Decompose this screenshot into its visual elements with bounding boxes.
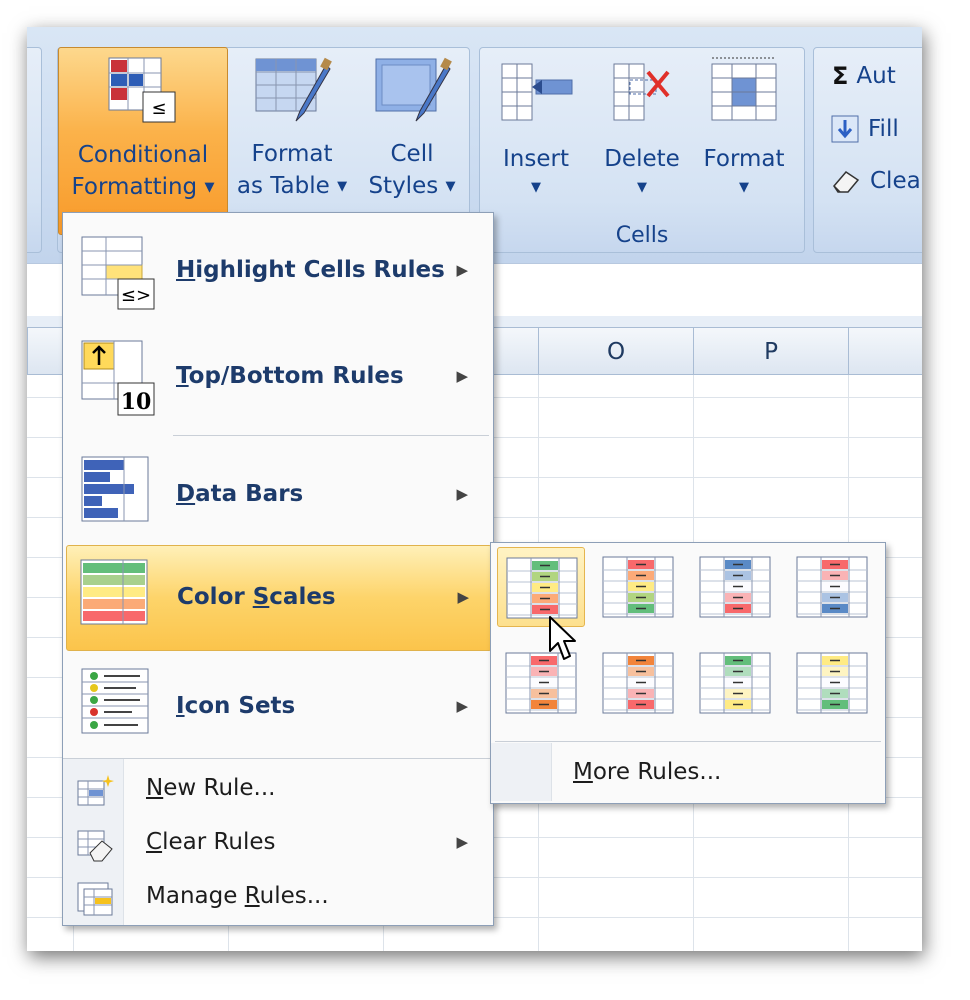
format-cells-button[interactable]: Format ▼ (694, 52, 794, 202)
excel-window: ≤ Conditional Formatting ▼ Format as Tab… (27, 27, 922, 951)
clear-label: Clea (870, 168, 921, 194)
menu-item-new-rule[interactable]: New Rule... (66, 765, 490, 815)
menu-item-color-scales[interactable]: Color Scales ▶ (66, 545, 492, 651)
color-scales-icon (80, 559, 148, 625)
submenu-arrow-icon: ▶ (456, 833, 468, 851)
color-scale-icon (506, 557, 578, 619)
eraser-icon (833, 171, 860, 193)
submenu-arrow-icon: ▶ (456, 367, 468, 385)
ribbon-group-cells: Insert ▼ Delete ▼ Format ▼ Cells (479, 47, 805, 253)
svg-text:≤>: ≤> (121, 285, 151, 306)
fill-label: Fill (868, 116, 899, 142)
color-scale-option[interactable] (691, 643, 777, 721)
color-scale-icon (796, 652, 868, 714)
column-header-next[interactable] (848, 327, 922, 375)
color-scale-icon (699, 652, 771, 714)
top-bottom-rules-label: Top/Bottom Rules (176, 363, 404, 389)
more-rules-button[interactable]: More Rules... (491, 743, 883, 801)
delete-label: Delete (604, 146, 680, 172)
menu-item-clear-rules[interactable]: Clear Rules ▶ (66, 819, 490, 869)
sigma-icon: Σ (832, 62, 849, 90)
delete-cells-button[interactable]: Delete ▼ (592, 52, 692, 202)
cell-styles-line1: Cell (390, 141, 434, 167)
cell-styles-line2: Styles (368, 173, 439, 199)
insert-cells-icon (501, 63, 573, 121)
mouse-cursor-icon (549, 616, 576, 660)
color-scales-label: Color Scales (177, 584, 336, 610)
new-rule-icon (77, 775, 114, 806)
menu-item-data-bars[interactable]: Data Bars ▶ (66, 441, 490, 545)
dropdown-arrow-icon: ▼ (337, 179, 348, 194)
insert-cells-button[interactable]: Insert ▼ (486, 52, 586, 202)
menu-item-manage-rules[interactable]: Manage Rules... (66, 873, 490, 923)
color-scale-option[interactable] (594, 643, 680, 721)
submenu-separator (495, 741, 881, 742)
submenu-arrow-icon: ▶ (456, 485, 468, 503)
format-as-table-line1: Format (251, 141, 333, 167)
color-scale-icon (796, 556, 868, 618)
conditional-formatting-icon: ≤ (108, 57, 176, 123)
conditional-formatting-line1: Conditional (77, 142, 209, 168)
submenu-gutter (491, 743, 552, 801)
autosum-button[interactable]: Σ Aut (832, 62, 896, 90)
manage-rules-label: Manage Rules... (146, 883, 329, 909)
data-bars-icon (81, 456, 149, 522)
cell-styles-icon (375, 57, 452, 122)
cell-styles-button[interactable]: Cell Styles ▼ (358, 47, 466, 233)
autosum-label: Aut (856, 63, 896, 89)
menu-separator (173, 435, 489, 436)
ribbon-group-editing: Σ Aut Fill Clea (813, 47, 922, 253)
conditional-formatting-button[interactable]: ≤ Conditional Formatting ▼ (58, 47, 228, 235)
conditional-formatting-menu: ≤> Highlight Cells Rules ▶ 10 Top/Bottom… (62, 212, 494, 926)
delete-cells-icon (613, 63, 670, 121)
data-bars-label: Data Bars (176, 481, 304, 507)
dropdown-arrow-icon: ▼ (204, 180, 215, 195)
color-scale-option[interactable] (788, 643, 874, 721)
format-as-table-line2: as Table (236, 173, 330, 199)
fill-button[interactable]: Fill (830, 114, 899, 144)
icon-sets-label: Icon Sets (176, 693, 296, 719)
color-scale-icon (699, 556, 771, 618)
column-header-p[interactable]: P (693, 327, 849, 375)
ribbon-group-edge (27, 47, 42, 253)
dropdown-arrow-icon: ▼ (739, 180, 749, 195)
format-cells-icon (711, 57, 777, 121)
column-header-o[interactable]: O (538, 327, 694, 375)
dropdown-arrow-icon: ▼ (531, 180, 541, 195)
highlight-cells-rules-label: Highlight Cells Rules (176, 257, 445, 283)
submenu-arrow-icon: ▶ (456, 697, 468, 715)
format-as-table-icon (255, 57, 332, 122)
dropdown-arrow-icon: ▼ (637, 180, 647, 195)
color-scale-option[interactable] (788, 547, 874, 625)
svg-text:10: 10 (121, 389, 152, 415)
menu-item-top-bottom-rules[interactable]: 10 Top/Bottom Rules ▶ (66, 327, 490, 431)
color-scales-submenu: More Rules... (490, 542, 886, 804)
new-rule-label: New Rule... (146, 775, 276, 801)
cells-group-caption: Cells (615, 223, 669, 248)
submenu-arrow-icon: ▶ (457, 588, 469, 606)
manage-rules-icon (77, 882, 113, 916)
more-rules-label: More Rules... (573, 759, 722, 785)
fill-down-icon (831, 115, 859, 143)
insert-label: Insert (503, 146, 569, 172)
submenu-arrow-icon: ▶ (456, 261, 468, 279)
color-scale-option[interactable] (691, 547, 777, 625)
format-label: Format (703, 146, 785, 172)
color-scale-option[interactable] (594, 547, 680, 625)
color-scale-icon (602, 556, 674, 618)
highlight-cells-rules-icon: ≤> (81, 236, 155, 310)
dropdown-arrow-icon: ▼ (445, 179, 456, 194)
clear-rules-label: Clear Rules (146, 829, 276, 855)
conditional-formatting-line2: Formatting (71, 174, 198, 200)
format-as-table-button[interactable]: Format as Table ▼ (230, 47, 354, 233)
icon-sets-icon (81, 668, 149, 734)
menu-item-highlight-cells-rules[interactable]: ≤> Highlight Cells Rules ▶ (66, 223, 490, 323)
clear-rules-icon (77, 830, 113, 862)
menu-item-icon-sets[interactable]: Icon Sets ▶ (66, 653, 490, 757)
color-scale-icon (602, 652, 674, 714)
clear-button[interactable]: Clea (830, 166, 921, 196)
top-bottom-rules-icon: 10 (81, 340, 155, 416)
menu-separator (63, 758, 491, 759)
svg-text:≤: ≤ (151, 98, 166, 119)
